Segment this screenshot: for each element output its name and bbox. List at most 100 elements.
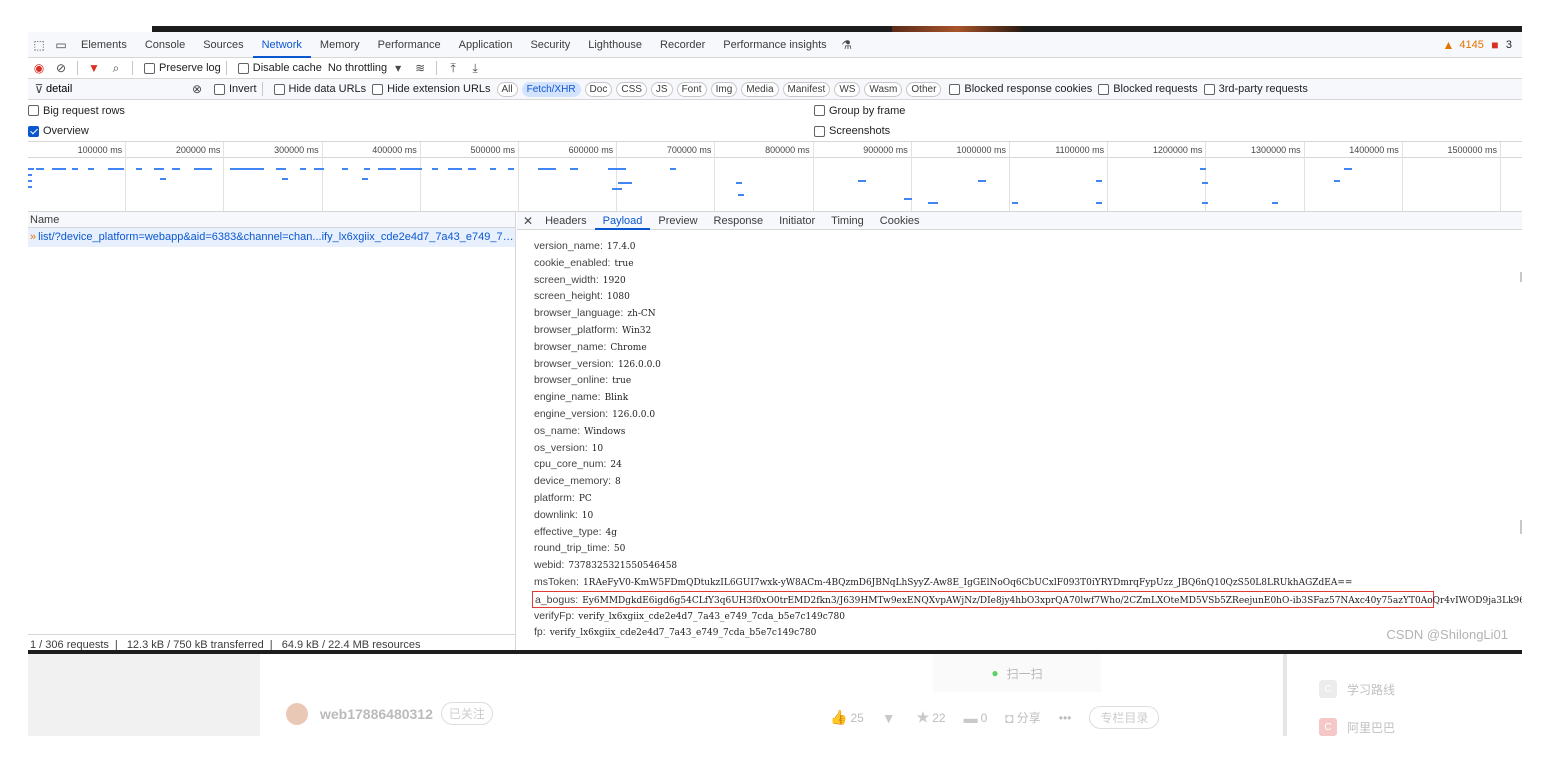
tab-network[interactable]: Network	[252, 32, 311, 58]
follow-button[interactable]: 已关注	[440, 702, 493, 725]
timeline-overview[interactable]	[28, 158, 1522, 212]
payload-row[interactable]: msToken: 1RAeFyV0-KmW5FDmQDtukzIL6GUI7wxk…	[534, 574, 1522, 591]
avatar[interactable]	[286, 702, 308, 725]
big-rows-checkbox[interactable]	[28, 105, 39, 117]
type-chip-manifest[interactable]: Manifest	[782, 81, 831, 97]
payload-row[interactable]: engine_name: Blink	[534, 389, 1522, 406]
tab-performance-insights[interactable]: Performance insights	[714, 32, 835, 58]
tab-lighthouse[interactable]: Lighthouse	[579, 32, 651, 58]
third-party-checkbox[interactable]	[1203, 83, 1215, 95]
payload-row[interactable]: screen_height: 1080	[534, 288, 1522, 305]
payload-row[interactable]: browser_name: Chrome	[534, 339, 1522, 356]
warnings-count[interactable]: 4145	[1459, 39, 1483, 51]
payload-row[interactable]: platform: PC	[534, 490, 1522, 507]
favorite-button[interactable]: ★ 22	[917, 709, 946, 726]
hide-extension-urls-checkbox[interactable]	[372, 83, 384, 95]
type-chip-css[interactable]: CSS	[616, 81, 647, 97]
record-icon[interactable]: ◉	[31, 60, 47, 76]
disable-cache-checkbox[interactable]	[237, 62, 249, 74]
type-chip-img[interactable]: Img	[710, 81, 738, 97]
clear-icon[interactable]: ⊘	[53, 60, 69, 76]
tab-security[interactable]: Security	[521, 32, 579, 58]
tab-application[interactable]: Application	[450, 32, 522, 58]
tab-recorder[interactable]: Recorder	[651, 32, 714, 58]
invert-checkbox[interactable]	[214, 83, 225, 95]
group-by-frame-checkbox[interactable]	[814, 105, 825, 117]
author-name[interactable]: web17886480312	[320, 706, 433, 722]
like-button[interactable]: 👍 25	[830, 709, 864, 726]
close-icon[interactable]: ✕	[523, 214, 533, 228]
request-row[interactable]: » list/?device_platform=webapp&aid=6383&c…	[28, 228, 515, 247]
payload-row[interactable]: verifyFp: verify_lx6xgiix_cde2e4d7_7a43_e…	[534, 608, 1522, 625]
payload-row[interactable]: screen_width: 1920	[534, 272, 1522, 289]
comment-button[interactable]: ▬ 0	[964, 710, 988, 726]
filter-input[interactable]	[28, 80, 186, 98]
chevron-down-icon[interactable]: ▾	[390, 60, 406, 76]
type-chip-all[interactable]: All	[496, 81, 518, 97]
column-directory-button[interactable]: 专栏目录	[1089, 706, 1160, 729]
payload-row[interactable]: browser_version: 126.0.0.0	[534, 356, 1522, 373]
payload-row[interactable]: version_name: 17.4.0	[534, 238, 1522, 255]
type-chip-wasm[interactable]: Wasm	[864, 81, 903, 97]
payload-row[interactable]: webid: 7378325321550546458	[534, 557, 1522, 574]
payload-row[interactable]: browser_platform: Win32	[534, 322, 1522, 339]
tab-response[interactable]: Response	[706, 212, 772, 230]
payload-row[interactable]: browser_language: zh-CN	[534, 305, 1522, 322]
overview-checkbox[interactable]	[28, 125, 39, 137]
filter-icon[interactable]: ▼	[86, 60, 102, 76]
tab-initiator[interactable]: Initiator	[771, 212, 823, 230]
network-conditions-icon[interactable]: ≋	[412, 60, 428, 76]
more-button[interactable]: •••	[1059, 711, 1072, 725]
search-icon[interactable]: ⌕	[108, 60, 124, 76]
inspect-element-icon[interactable]: ⬚	[31, 37, 47, 53]
errors-count[interactable]: 3	[1506, 39, 1512, 51]
type-chip-font[interactable]: Font	[676, 81, 707, 97]
device-toolbar-icon[interactable]: ▭	[53, 37, 69, 53]
error-icon[interactable]: ■	[1487, 37, 1503, 53]
warning-icon[interactable]: ▲	[1440, 37, 1456, 53]
payload-row[interactable]: engine_version: 126.0.0.0	[534, 406, 1522, 423]
payload-row-highlighted[interactable]: a_bogus: Ey6MMDgkdE6igd6g54CLfY3q6UH3f0xO…	[532, 590, 1522, 608]
tab-preview[interactable]: Preview	[650, 212, 705, 230]
share-button[interactable]: ◘ 分享	[1005, 709, 1040, 726]
payload-row[interactable]: downlink: 10	[534, 507, 1522, 524]
payload-row[interactable]: fp: verify_lx6xgiix_cde2e4d7_7a43_e749_7c…	[534, 624, 1522, 641]
throttling-select[interactable]: No throttling	[328, 62, 387, 74]
type-chip-fetch-xhr[interactable]: Fetch/XHR	[521, 81, 581, 97]
blocked-cookies-checkbox[interactable]	[949, 83, 961, 95]
payload-row[interactable]: round_trip_time: 50	[534, 540, 1522, 557]
type-chip-ws[interactable]: WS	[834, 81, 861, 97]
tab-payload[interactable]: Payload	[594, 212, 651, 230]
side-item-learning-path[interactable]: C 学习路线	[1319, 680, 1395, 698]
tab-console[interactable]: Console	[136, 32, 194, 58]
tab-headers[interactable]: Headers	[537, 212, 595, 230]
tab-cookies[interactable]: Cookies	[872, 212, 928, 230]
payload-row[interactable]: browser_online: true	[534, 372, 1522, 389]
payload-row[interactable]: effective_type: 4g	[534, 524, 1522, 541]
payload-row[interactable]: os_name: Windows	[534, 423, 1522, 440]
payload-row[interactable]: os_version: 10	[534, 440, 1522, 457]
clear-filter-icon[interactable]: ⊗	[189, 81, 205, 97]
dislike-button[interactable]: ▼	[882, 710, 899, 726]
payload-row[interactable]: cpu_core_num: 24	[534, 456, 1522, 473]
tab-performance[interactable]: Performance	[369, 32, 450, 58]
hide-data-urls-checkbox[interactable]	[273, 83, 285, 95]
side-item-alibaba[interactable]: C 阿里巴巴	[1319, 718, 1395, 736]
import-har-icon[interactable]: ⤒	[445, 60, 461, 76]
preserve-log-checkbox[interactable]	[144, 62, 155, 74]
tab-sources[interactable]: Sources	[194, 32, 252, 58]
payload-row[interactable]: cookie_enabled: true	[534, 255, 1522, 272]
screenshots-checkbox[interactable]	[814, 125, 825, 137]
tab-memory[interactable]: Memory	[311, 32, 369, 58]
payload-row[interactable]: device_memory: 8	[534, 473, 1522, 490]
type-chip-js[interactable]: JS	[650, 81, 673, 97]
tab-elements[interactable]: Elements	[72, 32, 136, 58]
export-har-icon[interactable]: ⤓	[467, 60, 483, 76]
type-chip-media[interactable]: Media	[741, 81, 779, 97]
name-column-header[interactable]: Name	[28, 212, 515, 228]
tab-timing[interactable]: Timing	[823, 212, 872, 230]
scan-qr-box[interactable]: ● 扫一扫	[933, 654, 1101, 692]
blocked-requests-checkbox[interactable]	[1098, 83, 1110, 95]
type-chip-other[interactable]: Other	[906, 81, 942, 97]
type-chip-doc[interactable]: Doc	[584, 81, 613, 97]
